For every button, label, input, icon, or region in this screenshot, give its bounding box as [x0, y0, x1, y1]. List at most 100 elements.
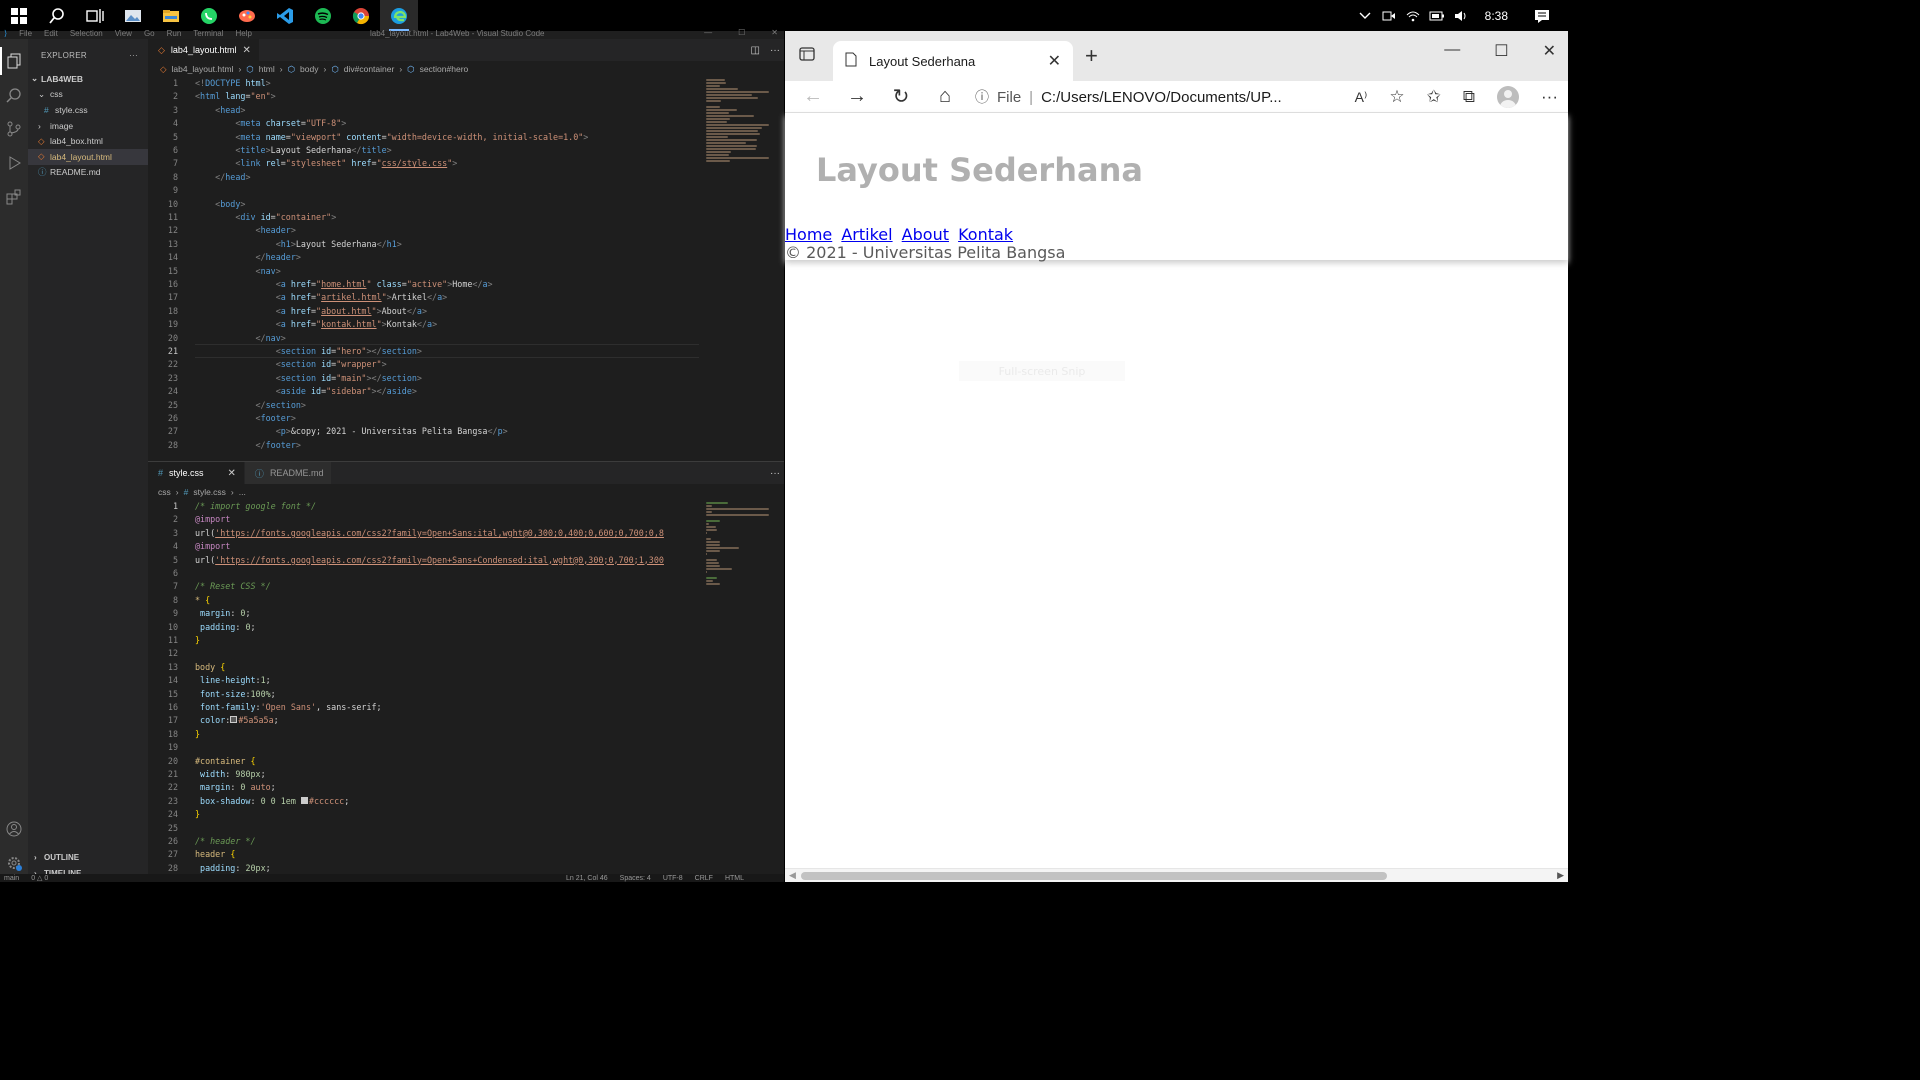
more-actions-icon[interactable]: ···: [770, 45, 780, 56]
photos-icon[interactable]: [114, 0, 152, 31]
minimap[interactable]: [700, 79, 784, 163]
account-icon[interactable]: [0, 815, 28, 843]
whatsapp-icon[interactable]: [190, 0, 228, 31]
settings-more-icon[interactable]: ···: [1541, 87, 1558, 107]
explorer-root[interactable]: ⌄ LAB4WEB: [28, 71, 148, 87]
indentation-status[interactable]: Spaces: 4: [620, 875, 651, 882]
scroll-left-icon[interactable]: ◀: [789, 870, 796, 881]
collections-icon[interactable]: ⧉: [1463, 87, 1475, 107]
split-editor-icon[interactable]: ◫: [751, 45, 760, 56]
menu-file[interactable]: File: [19, 29, 32, 38]
nav-link-artikel[interactable]: Artikel: [841, 225, 892, 244]
nav-link-home[interactable]: Home: [785, 225, 832, 244]
menu-help[interactable]: Help: [236, 29, 252, 38]
favorites-icon[interactable]: ✩: [1427, 87, 1441, 107]
paint-icon[interactable]: [228, 0, 266, 31]
more-actions-icon[interactable]: ···: [770, 468, 780, 479]
close-tab-icon[interactable]: ✕: [242, 45, 250, 56]
scroll-right-icon[interactable]: ▶: [1557, 870, 1564, 881]
battery-icon[interactable]: [1425, 11, 1449, 21]
breadcrumb-item[interactable]: css: [158, 487, 171, 497]
breadcrumb-item[interactable]: ...: [239, 487, 246, 497]
breadcrumb-item[interactable]: section#hero: [420, 64, 469, 74]
manage-gear-icon[interactable]: [0, 849, 28, 877]
edge-icon[interactable]: [380, 0, 418, 31]
volume-icon[interactable]: [1449, 10, 1473, 22]
language-status[interactable]: HTML: [725, 875, 744, 882]
breadcrumb-item[interactable]: lab4_layout.html: [172, 64, 234, 74]
task-view-icon[interactable]: [76, 0, 114, 31]
nav-link-kontak[interactable]: Kontak: [958, 225, 1013, 244]
problems-status[interactable]: 0 △ 0: [31, 874, 48, 882]
wifi-icon[interactable]: [1401, 10, 1425, 22]
clock[interactable]: 8:38: [1485, 9, 1508, 23]
outline-section[interactable]: › OUTLINE: [28, 850, 148, 865]
close-icon[interactable]: ✕: [1543, 41, 1556, 61]
branch-status[interactable]: main: [4, 875, 19, 882]
maximize-icon[interactable]: ☐: [1494, 41, 1508, 61]
chrome-icon[interactable]: [342, 0, 380, 31]
extensions-icon[interactable]: [0, 183, 28, 211]
menu-go[interactable]: Go: [144, 29, 155, 38]
close-icon[interactable]: ✕: [771, 28, 778, 37]
maximize-icon[interactable]: ☐: [738, 28, 745, 37]
tree-item-lab4-layout[interactable]: ◇ lab4_layout.html: [28, 148, 148, 165]
horizontal-scrollbar[interactable]: ◀ ▶: [785, 868, 1568, 882]
search-icon[interactable]: [38, 0, 76, 31]
menu-terminal[interactable]: Terminal: [193, 29, 223, 38]
breadcrumb-item[interactable]: body: [300, 64, 318, 74]
encoding-status[interactable]: UTF-8: [663, 875, 683, 882]
code-area-html[interactable]: 1 <!DOCTYPE html> 2 <html lang="en"> 3 <head…: [148, 77, 784, 457]
add-favorite-icon[interactable]: ☆: [1389, 87, 1404, 107]
refresh-button[interactable]: ↻: [879, 81, 923, 113]
minimap[interactable]: [700, 502, 784, 586]
tab-lab4-layout[interactable]: ◇ lab4_layout.html ✕: [148, 39, 260, 61]
breadcrumb-item[interactable]: div#container: [344, 64, 395, 74]
forward-button[interactable]: →: [835, 81, 879, 113]
close-tab-icon[interactable]: ✕: [228, 468, 236, 479]
meet-now-icon[interactable]: [1377, 10, 1401, 22]
cursor-position[interactable]: Ln 21, Col 46: [566, 875, 608, 882]
tree-item-lab4-box[interactable]: ◇ lab4_box.html: [28, 133, 148, 149]
back-button[interactable]: ←: [791, 81, 835, 113]
menu-edit[interactable]: Edit: [44, 29, 58, 38]
more-actions-icon[interactable]: ···: [129, 51, 138, 60]
vscode-icon[interactable]: [266, 0, 304, 31]
close-tab-icon[interactable]: ✕: [1048, 51, 1061, 71]
code-area-css[interactable]: 1 /* import google font */ 2 @import 3 url('h…: [148, 500, 784, 874]
file-explorer-icon[interactable]: [152, 0, 190, 31]
spotify-icon[interactable]: [304, 0, 342, 31]
breadcrumb-item[interactable]: html: [259, 64, 275, 74]
menu-selection[interactable]: Selection: [70, 29, 103, 38]
breadcrumb-item[interactable]: style.css: [193, 487, 226, 497]
eol-status[interactable]: CRLF: [695, 875, 713, 882]
minimize-icon[interactable]: —: [1444, 41, 1460, 61]
tree-item-image[interactable]: › image: [28, 118, 148, 134]
search-icon[interactable]: [0, 81, 28, 109]
minimap-line: [706, 136, 728, 138]
info-icon[interactable]: ⓘ: [975, 87, 989, 107]
chevron-up-icon[interactable]: [1353, 12, 1377, 20]
notifications-icon[interactable]: [1530, 9, 1554, 23]
minimize-icon[interactable]: —: [704, 28, 712, 37]
tab-readme[interactable]: ⓘ README.md: [244, 462, 333, 484]
run-debug-icon[interactable]: [0, 149, 28, 177]
menu-run[interactable]: Run: [167, 29, 182, 38]
menu-view[interactable]: View: [115, 29, 132, 38]
explorer-icon[interactable]: [0, 47, 28, 75]
browser-tab[interactable]: Layout Sederhana ✕: [833, 41, 1073, 81]
tab-style-css[interactable]: # style.css ✕: [148, 462, 245, 484]
profile-avatar[interactable]: [1497, 86, 1520, 108]
read-aloud-icon[interactable]: A⁾: [1355, 89, 1368, 106]
tab-actions-icon[interactable]: [799, 46, 815, 67]
tree-item-style-css[interactable]: # style.css: [28, 102, 148, 118]
new-tab-button[interactable]: +: [1085, 43, 1098, 69]
source-control-icon[interactable]: [0, 115, 28, 143]
scrollbar-thumb[interactable]: [801, 872, 1387, 880]
tree-item-readme[interactable]: ⓘ README.md: [28, 165, 148, 181]
home-button[interactable]: ⌂: [923, 81, 967, 113]
address-bar[interactable]: ⓘ File | C:/Users/LENOVO/Documents/UP...: [975, 81, 1315, 113]
tree-item-css[interactable]: ⌄ css: [28, 87, 148, 103]
windows-start-icon[interactable]: [0, 0, 38, 31]
nav-link-about[interactable]: About: [902, 225, 949, 244]
